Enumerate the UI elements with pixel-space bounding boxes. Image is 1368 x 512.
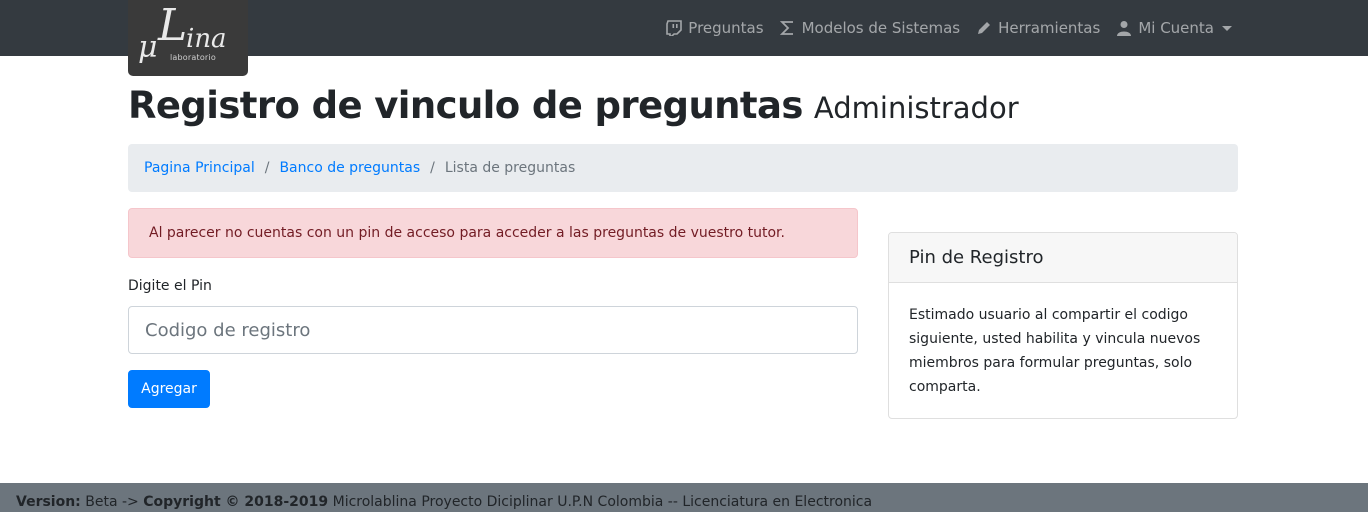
nav-item-label: Modelos de Sistemas <box>801 19 961 37</box>
page-title: Registro de vinculo de preguntas Adminis… <box>128 84 1019 127</box>
nav-item-modelos-de-sistemas[interactable]: Modelos de Sistemas <box>779 19 961 37</box>
logo-mark-l: L <box>158 0 188 51</box>
sigma-icon <box>779 21 793 35</box>
nav-item-label: Herramientas <box>998 19 1101 37</box>
logo[interactable]: μ L ina laboratorio <box>128 0 248 76</box>
card-header: Pin de Registro <box>889 233 1237 283</box>
nav-item-label: Mi Cuenta <box>1138 19 1214 37</box>
pencil-icon <box>978 22 991 34</box>
alert-danger: Al parecer no cuentas con un pin de acce… <box>128 208 858 258</box>
footer-version-label: Version: <box>16 494 81 510</box>
page-subtitle: Administrador <box>813 91 1019 125</box>
alert-message: Al parecer no cuentas con un pin de acce… <box>149 225 785 241</box>
footer-version-value: Beta -> <box>85 494 139 510</box>
logo-subtitle: laboratorio <box>170 53 216 62</box>
twitch-chat-icon <box>666 20 683 36</box>
page-title-text: Registro de vinculo de preguntas <box>128 84 803 127</box>
card-body: Estimado usuario al compartir el codigo … <box>909 307 1201 395</box>
nav-item-herramientas[interactable]: Herramientas <box>976 19 1100 37</box>
chevron-down-icon <box>1222 25 1232 31</box>
breadcrumb: Pagina Principal / Banco de preguntas / … <box>128 144 1238 192</box>
nav-menu: Preguntas Modelos de Sistemas Herramient… <box>650 0 1232 56</box>
breadcrumb-separator: / <box>430 160 435 176</box>
logo-mark-mu: μ <box>138 30 158 65</box>
footer: Version: Beta -> Copyright © 2018-2019 M… <box>0 483 1368 512</box>
breadcrumb-link-banco[interactable]: Banco de preguntas <box>279 160 420 176</box>
user-icon <box>1117 21 1132 36</box>
nav-item-preguntas[interactable]: Preguntas <box>666 19 764 37</box>
pin-label: Digite el Pin <box>128 278 212 294</box>
nav-item-label: Preguntas <box>688 19 764 37</box>
breadcrumb-current: Lista de preguntas <box>444 160 576 176</box>
pin-card: Pin de Registro Estimado usuario al comp… <box>888 232 1238 419</box>
footer-text: Version: Beta -> Copyright © 2018-2019 M… <box>16 494 872 510</box>
footer-credits: Microlablina Proyecto Diciplinar U.P.N C… <box>332 494 873 510</box>
pin-input[interactable] <box>128 306 858 354</box>
footer-copyright: Copyright © 2018-2019 <box>143 494 329 510</box>
logo-mark-ina: ina <box>186 24 227 54</box>
breadcrumb-separator: / <box>264 160 270 176</box>
breadcrumb-link-home[interactable]: Pagina Principal <box>144 160 255 176</box>
nav-item-mi-cuenta[interactable]: Mi Cuenta <box>1116 19 1232 37</box>
add-button[interactable]: Agregar <box>128 370 210 408</box>
